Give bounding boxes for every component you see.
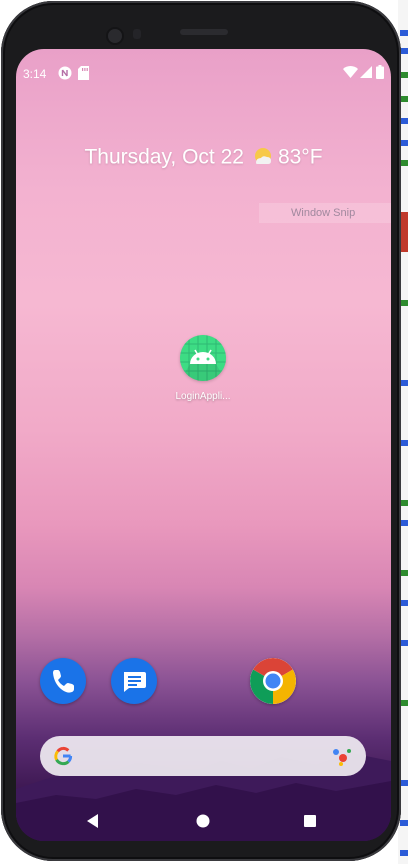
proximity-sensor	[133, 29, 141, 39]
android-icon	[180, 335, 226, 381]
recents-icon[interactable]	[300, 811, 320, 831]
messages-icon	[124, 672, 146, 692]
battery-icon	[376, 65, 384, 79]
google-icon	[54, 746, 73, 766]
partly-sunny-icon	[254, 148, 271, 165]
dock-messages-button[interactable]	[111, 658, 157, 704]
app-icon-loginapplication[interactable]	[180, 335, 226, 381]
nfc-icon	[58, 66, 72, 80]
phone-icon	[53, 670, 74, 693]
sd-card-icon	[78, 66, 89, 80]
chrome-icon	[250, 658, 296, 704]
dock-chrome-button[interactable]	[250, 658, 296, 704]
wifi-icon	[343, 66, 358, 78]
signal-icon	[360, 66, 372, 78]
temperature-text: 83°F	[277, 145, 323, 169]
back-icon[interactable]	[83, 811, 103, 831]
app-label-loginapplication[interactable]: LoginAppli...	[164, 391, 242, 402]
status-time: 3:14	[23, 67, 47, 81]
navigation-bar	[16, 801, 391, 841]
phone-frame: 3:14 Thursday, Oct 22 83°F Window Snip L…	[1, 1, 401, 861]
google-search-bar[interactable]	[40, 736, 366, 776]
dock-phone-button[interactable]	[40, 658, 86, 704]
date-text: Thursday, Oct 22	[84, 145, 244, 169]
window-snip-overlay: Window Snip	[259, 203, 391, 223]
assistant-icon[interactable]	[332, 746, 354, 766]
home-icon[interactable]	[193, 811, 213, 831]
earpiece-speaker	[180, 29, 228, 35]
home-screen: 3:14 Thursday, Oct 22 83°F Window Snip L…	[16, 49, 391, 841]
at-a-glance[interactable]: Thursday, Oct 22 83°F	[16, 145, 391, 173]
front-camera	[106, 27, 124, 45]
status-bar: 3:14	[16, 49, 391, 81]
